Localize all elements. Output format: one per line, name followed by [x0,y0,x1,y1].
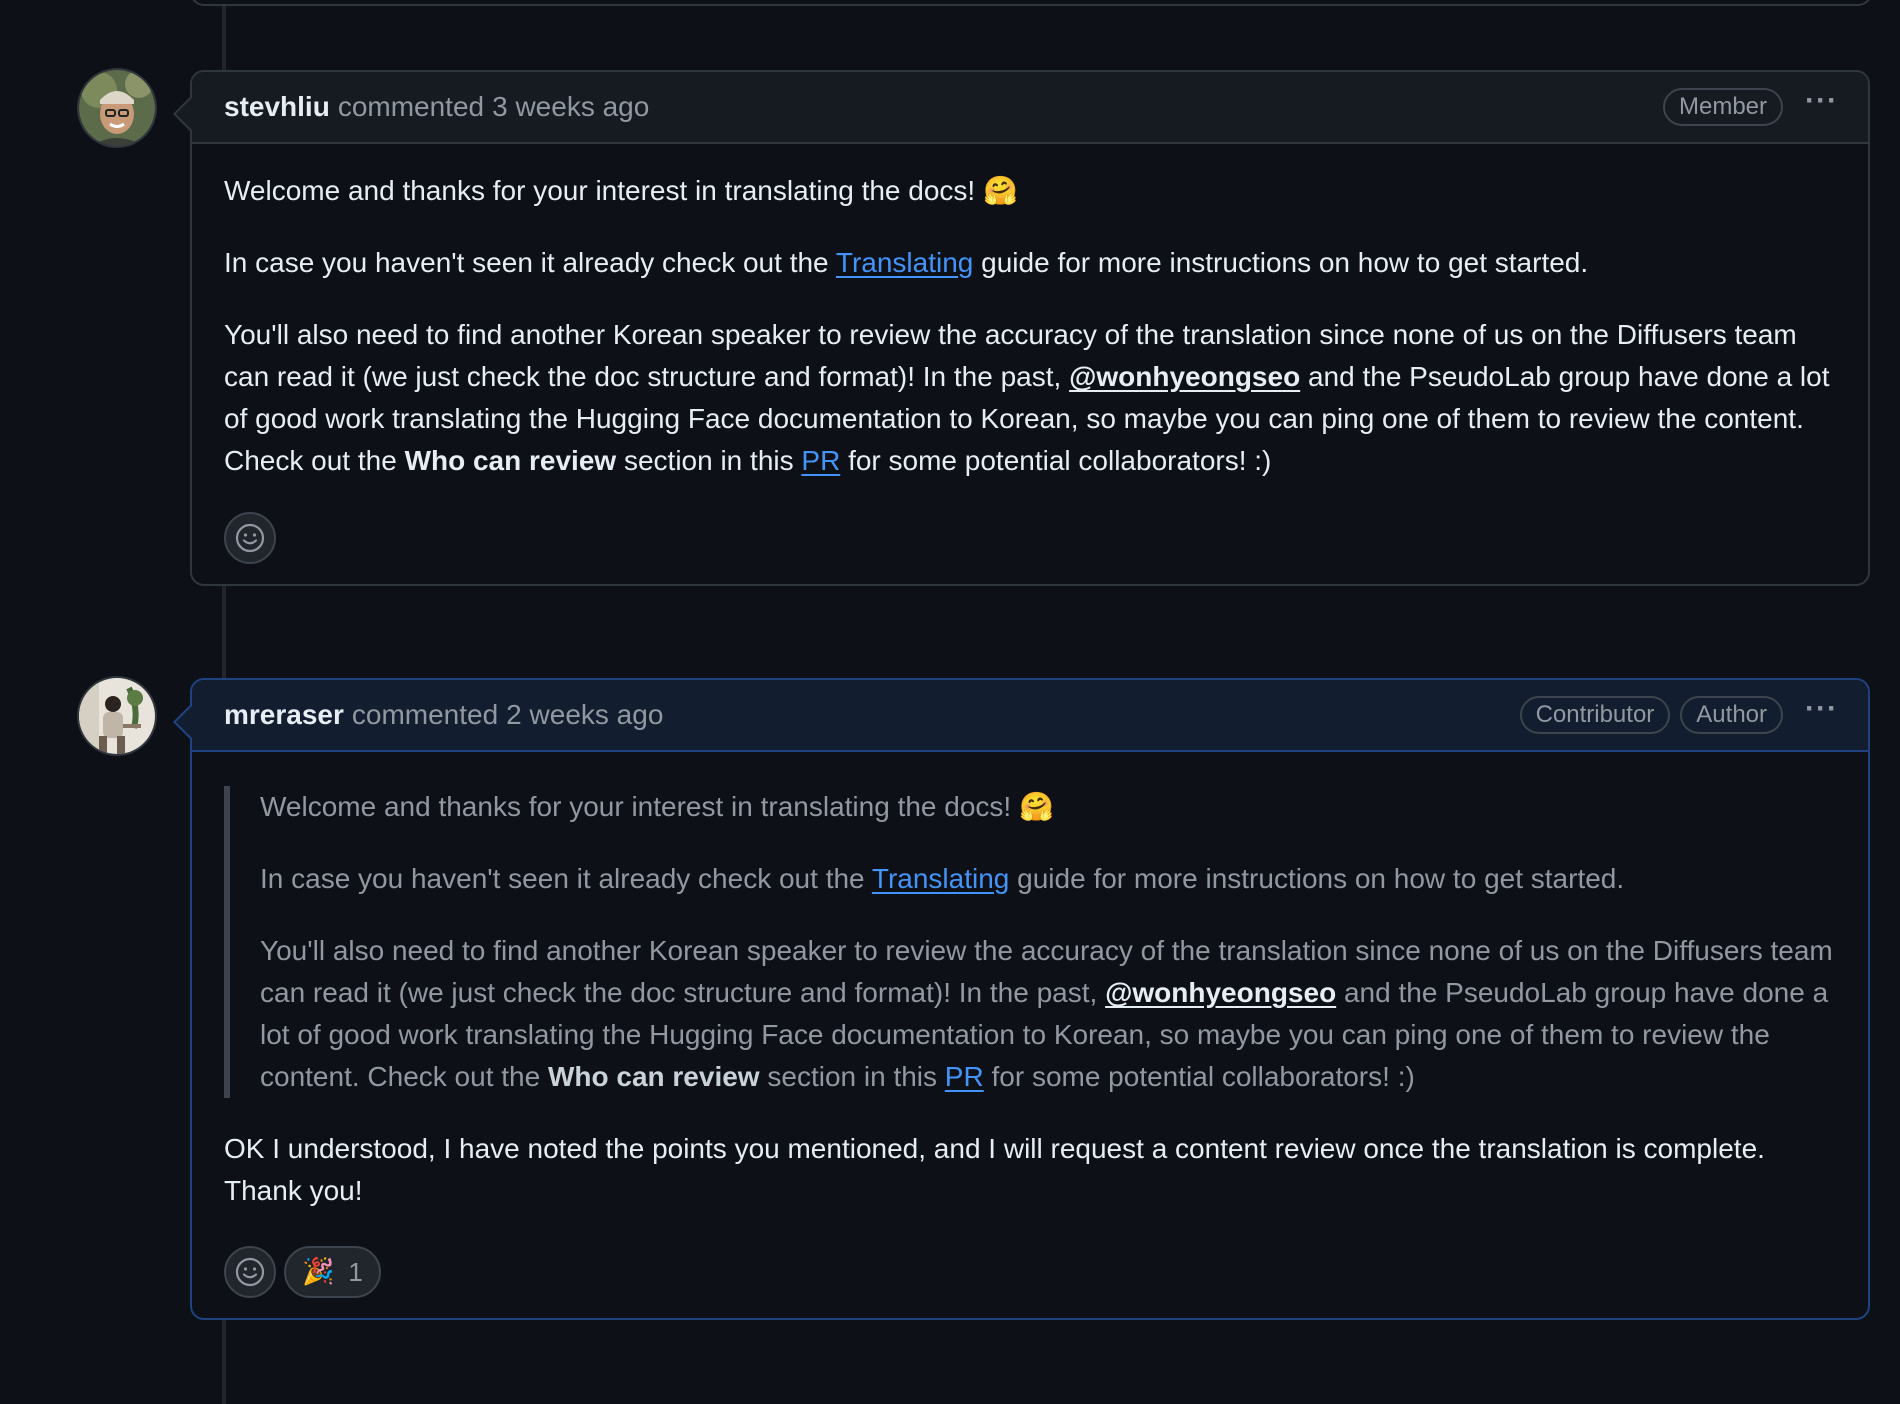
paragraph-text: section in this [759,1061,945,1092]
comment-timestamp[interactable]: 3 weeks ago [492,91,649,123]
add-reaction-button[interactable] [224,512,276,564]
comment-author[interactable]: mreraser [224,699,344,731]
comment-paragraph: You'll also need to find another Korean … [224,314,1836,482]
hugging-face-emoji: 🤗 [1018,790,1054,823]
comment-action: commented [351,699,499,730]
tada-emoji: 🎉 [302,1257,335,1287]
bold-text: Who can review [404,445,617,476]
comment-timestamp[interactable]: 2 weeks ago [506,699,663,731]
comment-stevhliu: stevhliu commented 3 weeks ago Member ··… [173,70,1870,586]
user-mention-link[interactable]: @wonhyeongseo [1069,361,1300,392]
paragraph-text: guide for more instructions on how to ge… [1009,863,1625,894]
paragraph-text: In case you haven't seen it already chec… [224,247,836,278]
paragraph-text: Welcome and thanks for your interest in … [224,175,983,206]
paragraph-text: Welcome and thanks for your interest in … [260,791,1019,822]
user-mention-link[interactable]: @wonhyeongseo [1105,977,1336,1008]
add-reaction-button[interactable] [224,1246,276,1298]
avatar[interactable] [77,676,157,756]
paragraph-text: guide for more instructions on how to ge… [973,247,1589,278]
quote-paragraph: You'll also need to find another Korean … [260,930,1836,1098]
hugging-face-emoji: 🤗 [982,174,1018,207]
paragraph-text: In case you haven't seen it already chec… [260,863,872,894]
reactions-bar: 🎉 1 [224,1246,1836,1298]
avatar[interactable] [77,68,157,148]
comment-body: Welcome and thanks for your interest in … [192,144,1868,584]
contributor-badge: Contributor [1519,696,1671,734]
reply-paragraph: OK I understood, I have noted the points… [224,1133,1765,1206]
kebab-horizontal-icon[interactable]: ··· [1805,86,1838,116]
blockquote: Welcome and thanks for your interest in … [224,786,1836,1098]
comment-paragraph: In case you haven't seen it already chec… [224,242,1836,284]
avatar-image [79,678,155,754]
author-badge: Author [1680,696,1784,734]
smiley-icon [235,1257,265,1287]
bold-text: Who can review [547,1061,760,1092]
smiley-icon [235,523,265,553]
comment-paragraph: Welcome and thanks for your interest in … [224,170,1836,212]
previous-comment-box [190,0,1872,6]
paragraph-text: section in this [616,445,802,476]
comment-mreraser: mreraser commented 2 weeks ago Contribut… [173,678,1870,1320]
member-badge: Member [1662,88,1784,126]
translating-link[interactable]: Translating [872,863,1009,894]
pr-link[interactable]: PR [945,1061,984,1092]
paragraph-text: for some potential collaborators! :) [840,445,1272,476]
reactions-bar [224,512,1836,564]
pr-link[interactable]: PR [801,445,840,476]
reaction-count: 1 [348,1256,363,1287]
paragraph-text: for some potential collaborators! :) [983,1061,1415,1092]
comment-header: stevhliu commented 3 weeks ago Member ··… [192,72,1868,144]
translating-link[interactable]: Translating [836,247,973,278]
comment-body: Welcome and thanks for your interest in … [192,752,1868,1318]
comment-action: commented [337,91,485,122]
tada-reaction-button[interactable]: 🎉 1 [284,1246,381,1298]
kebab-horizontal-icon[interactable]: ··· [1805,694,1838,724]
quote-paragraph: Welcome and thanks for your interest in … [260,786,1836,828]
avatar-image [79,70,155,146]
comment-author[interactable]: stevhliu [224,91,330,123]
quote-paragraph: In case you haven't seen it already chec… [260,858,1836,900]
comment-header: mreraser commented 2 weeks ago Contribut… [192,680,1868,752]
